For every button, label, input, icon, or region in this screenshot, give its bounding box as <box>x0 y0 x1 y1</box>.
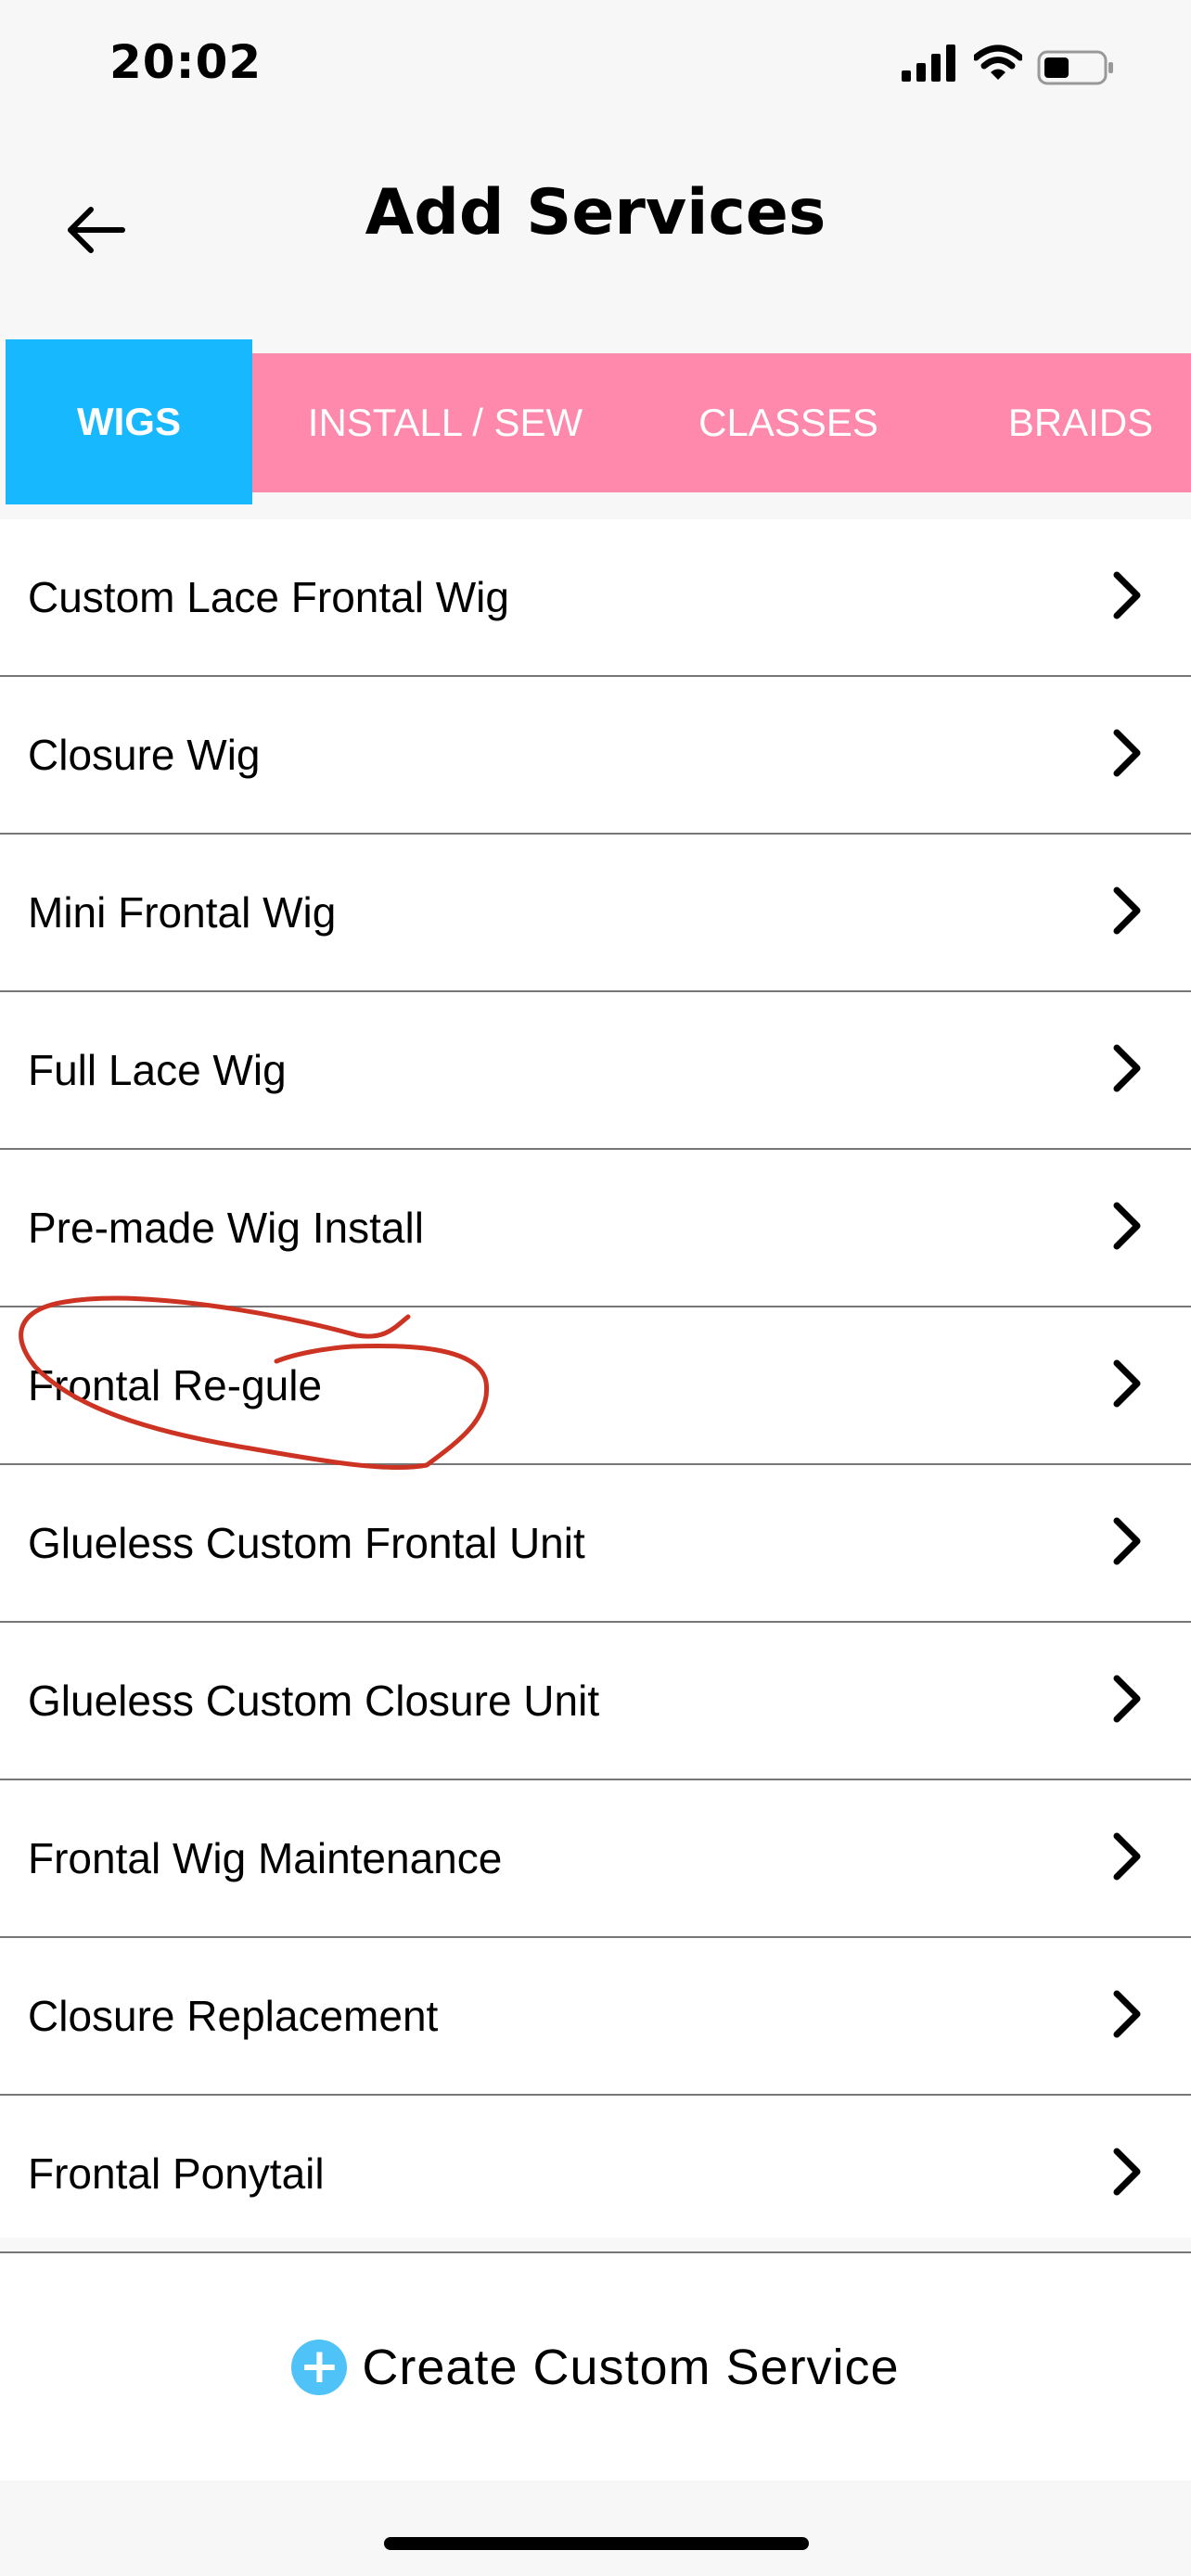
wifi-icon <box>974 45 1022 80</box>
service-label: Pre-made Wig Install <box>28 1204 424 1252</box>
service-row-mini-frontal-wig[interactable]: Mini Frontal Wig <box>0 835 1191 992</box>
service-list: Custom Lace Frontal Wig Closure Wig Mini… <box>0 519 1191 2253</box>
status-time: 20:02 <box>109 35 263 89</box>
chevron-right-icon <box>1113 571 1141 619</box>
service-label: Glueless Custom Closure Unit <box>28 1677 600 1725</box>
tab-wigs[interactable]: WIGS <box>6 339 252 504</box>
plus-circle-icon: + <box>291 2339 348 2395</box>
service-row-pre-made-wig-install[interactable]: Pre-made Wig Install <box>0 1150 1191 1307</box>
chevron-right-icon <box>1113 1044 1141 1092</box>
service-row-frontal-ponytail[interactable]: Frontal Ponytail <box>0 2096 1191 2253</box>
service-row-frontal-wig-maintenance[interactable]: Frontal Wig Maintenance <box>0 1780 1191 1938</box>
service-label: Closure Wig <box>28 731 261 779</box>
chevron-right-icon <box>1113 2148 1141 2196</box>
chevron-right-icon <box>1113 729 1141 777</box>
create-custom-service-button[interactable]: + Create Custom Service <box>0 2253 1191 2480</box>
chevron-right-icon <box>1113 886 1141 935</box>
service-label: Glueless Custom Frontal Unit <box>28 1519 585 1567</box>
bottom-area: + Create Custom Service <box>0 2253 1191 2480</box>
service-row-glueless-custom-closure-unit[interactable]: Glueless Custom Closure Unit <box>0 1623 1191 1780</box>
service-label: Frontal Re-gule <box>28 1361 323 1409</box>
service-label: Full Lace Wig <box>28 1046 287 1094</box>
header: Add Services <box>0 139 1191 343</box>
chevron-right-icon <box>1113 1202 1141 1250</box>
chevron-right-icon <box>1113 1832 1141 1881</box>
status-bar: 20:02 <box>0 0 1191 139</box>
service-label: Frontal Wig Maintenance <box>28 1834 503 1882</box>
chevron-right-icon <box>1113 1517 1141 1565</box>
service-label: Closure Replacement <box>28 1992 439 2040</box>
signal-icon <box>902 45 955 82</box>
tab-install-sew[interactable]: INSTALL / SEW <box>278 353 612 492</box>
service-label: Mini Frontal Wig <box>28 888 337 937</box>
tab-braids[interactable]: BRAIDS <box>992 353 1169 492</box>
chevron-right-icon <box>1113 1675 1141 1723</box>
category-tabs: WIGS INSTALL / SEW CLASSES BRAIDS <box>0 339 1191 504</box>
battery-icon <box>1037 50 1113 85</box>
chevron-right-icon <box>1113 1990 1141 2038</box>
chevron-right-icon <box>1113 1359 1141 1408</box>
service-row-custom-lace-frontal-wig[interactable]: Custom Lace Frontal Wig <box>0 519 1191 677</box>
service-row-closure-replacement[interactable]: Closure Replacement <box>0 1938 1191 2096</box>
service-label: Frontal Ponytail <box>28 2149 325 2198</box>
service-row-frontal-re-gule[interactable]: Frontal Re-gule <box>0 1307 1191 1465</box>
home-indicator[interactable] <box>384 2537 809 2550</box>
service-label: Custom Lace Frontal Wig <box>28 573 509 621</box>
page-title: Add Services <box>365 176 826 249</box>
service-row-full-lace-wig[interactable]: Full Lace Wig <box>0 992 1191 1150</box>
service-row-glueless-custom-frontal-unit[interactable]: Glueless Custom Frontal Unit <box>0 1465 1191 1623</box>
create-custom-service-label: Create Custom Service <box>362 2339 900 2395</box>
tab-classes[interactable]: CLASSES <box>677 353 900 492</box>
service-row-closure-wig[interactable]: Closure Wig <box>0 677 1191 835</box>
